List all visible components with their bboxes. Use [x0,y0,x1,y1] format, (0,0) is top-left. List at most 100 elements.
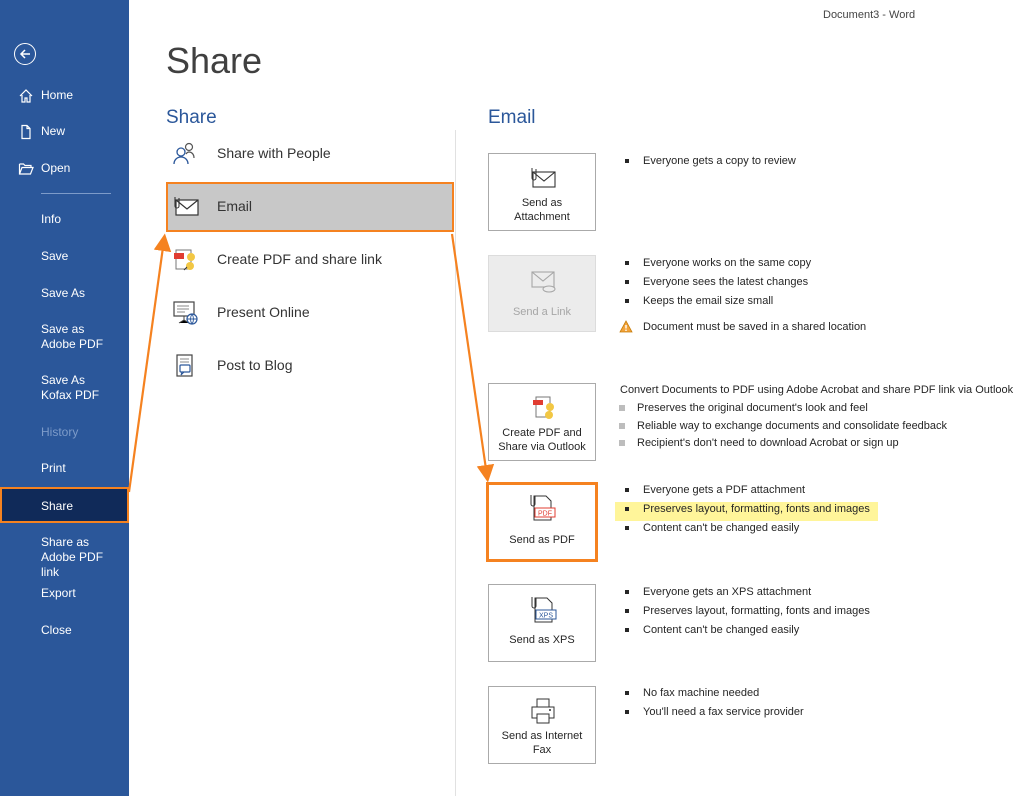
nav-save-adobe-pdf[interactable]: Save as Adobe PDF [0,322,129,352]
xps-description: Everyone gets an XPS attachment Preserve… [623,585,870,642]
attachment-description: Everyone gets a copy to review [623,154,796,173]
warning-icon [619,320,633,333]
present-online-icon [172,300,198,326]
create-pdf-share-outlook-button[interactable]: Create PDF and Share via Outlook [488,383,596,461]
nav-save-kofax-pdf-label: Save As Kofax PDF [41,373,100,402]
new-document-icon [18,124,34,140]
send-as-xps-button[interactable]: XPS Send as XPS [488,584,596,662]
fax-printer-icon [527,697,559,725]
send-a-link-label: Send a Link [512,306,572,318]
email-label: Email [217,198,253,214]
list-item: Reliable way to exchange documents and c… [617,419,947,437]
backstage-nav: Home New Open Info Save Save As Save as … [0,0,129,796]
list-item: Everyone works on the same copy [623,256,866,275]
open-folder-icon [18,161,34,177]
send-a-link-button: Send a Link [488,255,596,332]
post-to-blog-option[interactable]: Post to Blog [166,341,454,391]
share-with-people-label: Share with People [217,145,331,161]
list-item: Preserves the original document's look a… [617,401,947,419]
column-divider [455,130,456,796]
people-icon [172,141,198,167]
send-as-pdf-button[interactable]: PDF Send as PDF [486,482,598,562]
link-description: Everyone works on the same copy Everyone… [619,256,867,339]
nav-new-label: New [41,124,66,138]
share-with-people-option[interactable]: Share with People [166,129,454,179]
list-item: Everyone gets an XPS attachment [623,585,870,604]
list-item: No fax machine needed [623,686,804,705]
nav-save[interactable]: Save [0,249,129,264]
nav-new[interactable]: New [0,124,129,140]
outlook-description: Preserves the original document's look a… [617,401,947,454]
nav-share-adobe-pdf-link[interactable]: Share as Adobe PDF link [0,535,129,580]
nav-home-label: Home [41,88,74,102]
present-online-option[interactable]: Present Online [166,288,454,338]
nav-export[interactable]: Export [0,586,129,601]
nav-close-label: Close [41,623,72,637]
pdf-share-link-icon [172,247,198,273]
nav-save-as[interactable]: Save As [0,286,129,301]
nav-open-label: Open [41,161,71,175]
nav-export-label: Export [41,586,76,600]
send-as-attachment-label: Send as Attachment [514,197,570,223]
nav-history-label: History [41,425,79,439]
shared-location-warning: Document must be saved in a shared locat… [619,320,867,339]
list-item: Everyone gets a PDF attachment [623,483,878,502]
send-as-attachment-button[interactable]: Send as Attachment [488,153,596,231]
email-option[interactable]: Email [166,182,454,232]
pdf-attachment-icon: PDF [526,493,558,521]
pdf-tag-text: PDF [538,511,552,518]
list-item: Preserves layout, formatting, fonts and … [623,604,870,623]
xps-tag-text: XPS [539,613,553,620]
blog-post-icon [172,353,198,379]
attachment-envelope-icon [527,164,559,192]
send-as-xps-label: Send as XPS [509,634,575,646]
window-title: Document3 - Word [823,9,916,21]
pdf-description: Everyone gets a PDF attachment Preserves… [615,483,878,540]
home-icon [18,88,34,104]
page-title: Share [166,40,263,81]
email-attachment-icon [172,194,199,220]
nav-share-adobe-pdf-link-label: Share as Adobe PDF link [41,535,104,579]
nav-save-as-label: Save As [41,286,86,300]
list-item: Everyone gets a copy to review [623,154,796,173]
back-arrow-icon[interactable] [14,43,36,65]
fax-description: No fax machine needed You'll need a fax … [623,686,804,724]
create-pdf-share-outlook-label: Create PDF and Share via Outlook [498,427,586,453]
nav-info[interactable]: Info [0,212,129,227]
nav-close[interactable]: Close [0,623,129,638]
create-pdf-share-link-option[interactable]: Create PDF and share link [166,235,454,285]
highlighted-list-item: Preserves layout, formatting, fonts and … [615,502,878,521]
nav-save-kofax-pdf[interactable]: Save As Kofax PDF [0,373,129,403]
send-as-internet-fax-label: Send as Internet Fax [501,730,583,756]
xps-attachment-icon: XPS [527,595,559,623]
arrow-email-to-pdf [450,233,495,483]
send-as-internet-fax-button[interactable]: Send as Internet Fax [488,686,596,764]
nav-save-label: Save [41,249,69,263]
share-section-heading: Share [166,107,217,128]
present-online-label: Present Online [217,304,310,320]
nav-print-label: Print [41,461,66,475]
nav-print[interactable]: Print [0,461,129,476]
nav-share[interactable]: Share [0,487,129,523]
nav-open[interactable]: Open [0,161,129,176]
link-envelope-icon [527,268,559,296]
list-item: Keeps the email size small [623,294,866,313]
nav-save-adobe-pdf-label: Save as Adobe PDF [41,322,104,351]
list-item: Everyone sees the latest changes [623,275,866,294]
post-to-blog-label: Post to Blog [217,357,293,373]
send-as-pdf-label: Send as PDF [509,534,575,546]
list-item: Recipient's don't need to download Acrob… [617,436,947,454]
nav-info-label: Info [41,212,62,226]
nav-divider [41,193,111,194]
list-item: Content can't be changed easily [623,521,878,540]
warning-text: Document must be saved in a shared locat… [643,321,867,333]
nav-home[interactable]: Home [0,88,129,103]
pdf-outlook-icon [527,394,559,422]
outlook-intro-text: Convert Documents to PDF using Adobe Acr… [620,384,1014,396]
create-pdf-share-link-label: Create PDF and share link [217,251,382,267]
arrow-share-to-email [127,233,172,493]
list-item: You'll need a fax service provider [623,705,804,724]
nav-share-label: Share [41,499,74,513]
email-section-heading: Email [488,107,536,128]
list-item: Content can't be changed easily [623,623,870,642]
